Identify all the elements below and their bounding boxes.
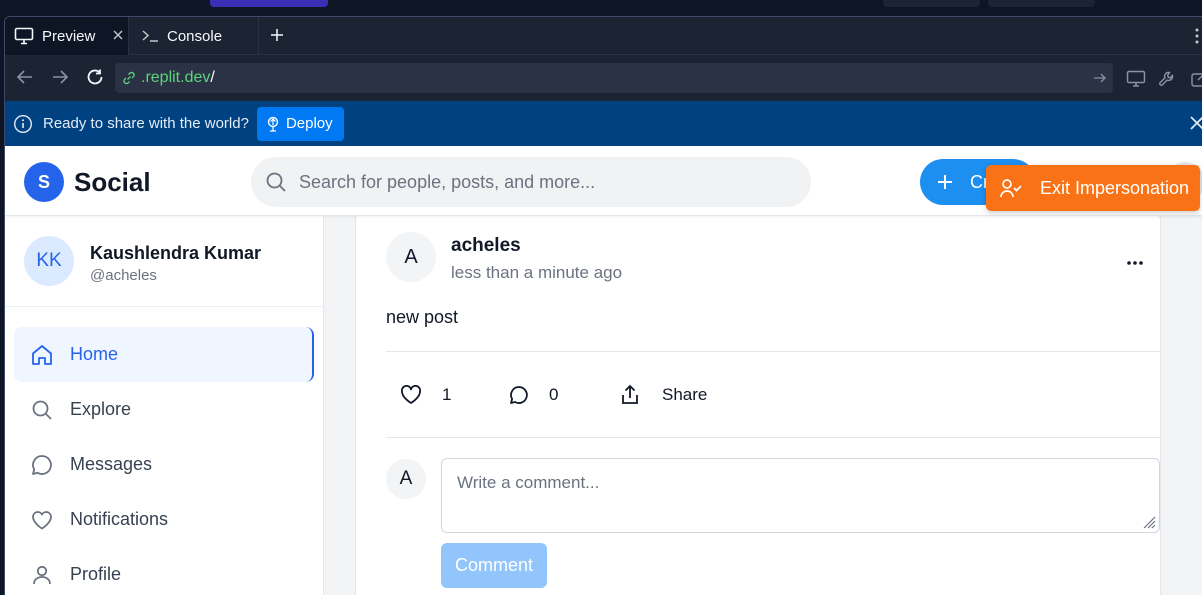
terminal-icon — [141, 28, 159, 44]
url-input[interactable]: .replit.dev / — [115, 63, 1113, 93]
search-bar[interactable] — [251, 157, 811, 207]
sidebar-item-label: Explore — [70, 399, 132, 419]
reload-icon[interactable] — [85, 67, 105, 92]
heart-icon — [400, 385, 422, 405]
close-icon[interactable] — [112, 28, 124, 45]
search-input[interactable] — [299, 171, 779, 193]
deploy-banner: Ready to share with the world? Deploy — [5, 101, 1202, 146]
divider — [386, 351, 1160, 352]
toolbar-button-edge[interactable] — [883, 0, 980, 7]
feed: A acheles less than a minute ago new pos… — [324, 212, 1202, 595]
avatar: KK — [24, 236, 74, 286]
sidebar: KK Kaushlendra Kumar @acheles Home Explo… — [5, 216, 324, 595]
share-label: Share — [662, 385, 708, 404]
forward-icon[interactable] — [51, 69, 69, 90]
exit-impersonation-label: Exit Impersonation — [1040, 177, 1190, 198]
tab-preview[interactable]: Preview — [5, 17, 129, 55]
comment-submit-button[interactable]: Comment — [441, 543, 547, 588]
comment-avatar: A — [386, 459, 426, 499]
search-icon — [265, 171, 287, 193]
toolbar-button-edge-2[interactable] — [988, 0, 1095, 7]
post-card: A acheles less than a minute ago new pos… — [355, 212, 1161, 595]
sidebar-nav: Home Explore Messages Notifications Prof… — [14, 327, 314, 595]
wrench-icon[interactable] — [1158, 70, 1176, 93]
plus-icon — [936, 173, 954, 191]
user-icon — [30, 563, 54, 587]
comment-count: 0 — [549, 385, 559, 404]
deploy-button[interactable]: Deploy — [256, 106, 344, 141]
divider — [386, 437, 1160, 438]
sidebar-item-notifications[interactable]: Notifications — [14, 492, 314, 547]
user-name: Kaushlendra Kumar — [90, 243, 262, 263]
sidebar-item-messages[interactable]: Messages — [14, 437, 314, 492]
deploy-label: Deploy — [285, 115, 333, 132]
url-bar: .replit.dev / — [5, 55, 1202, 101]
comment-toggle-button[interactable]: 0 — [509, 379, 558, 411]
external-link-icon[interactable] — [1191, 70, 1202, 93]
comment-input[interactable] — [441, 458, 1160, 533]
like-count: 1 — [442, 385, 452, 404]
like-button[interactable]: 1 — [400, 379, 451, 411]
url-path: / — [210, 69, 215, 86]
post-actions: 1 0 Share — [386, 379, 1160, 411]
more-vertical-icon[interactable] — [1194, 27, 1200, 50]
workspace-top-strip — [0, 0, 1202, 16]
sidebar-item-label: Home — [70, 344, 119, 364]
banner-message: Ready to share with the world? — [43, 115, 249, 132]
profile-card[interactable]: KK Kaushlendra Kumar @acheles — [5, 216, 323, 307]
share-button[interactable]: Share — [620, 379, 707, 411]
resize-handle-icon[interactable] — [1142, 515, 1156, 534]
sidebar-item-label: Notifications — [70, 509, 169, 529]
tab-label: Console — [167, 27, 223, 45]
info-icon — [13, 114, 33, 134]
user-handle: @acheles — [90, 267, 157, 284]
message-icon — [30, 453, 54, 477]
devices-icon[interactable] — [1126, 70, 1146, 93]
sidebar-item-home[interactable]: Home — [14, 327, 314, 382]
back-icon[interactable] — [16, 69, 34, 90]
post-author[interactable]: acheles — [451, 235, 521, 257]
run-button-edge[interactable] — [210, 0, 328, 7]
close-banner-icon[interactable] — [1188, 114, 1202, 137]
post-body: new post — [386, 307, 459, 327]
tab-label: Preview — [42, 27, 96, 45]
sidebar-item-label: Messages — [70, 454, 153, 474]
sidebar-item-explore[interactable]: Explore — [14, 382, 314, 437]
search-icon — [30, 398, 54, 422]
post-avatar[interactable]: A — [386, 232, 436, 282]
tab-console[interactable]: Console — [131, 17, 259, 55]
app-brand[interactable]: Social — [74, 167, 151, 198]
url-host: .replit.dev — [141, 69, 211, 86]
deploy-icon — [266, 116, 280, 132]
home-icon — [30, 343, 54, 367]
preview-pane: Preview Console .replit.dev / Ready to s… — [4, 16, 1202, 595]
post-timestamp: less than a minute ago — [451, 263, 623, 282]
social-app: S Social Create Exit Impersonation — [5, 146, 1202, 595]
user-check-icon — [1000, 178, 1022, 198]
more-horizontal-icon[interactable] — [1126, 253, 1144, 271]
pane-tab-bar: Preview Console — [5, 17, 1202, 55]
link-icon — [121, 70, 137, 86]
add-tab-icon[interactable] — [269, 27, 285, 48]
message-icon — [509, 385, 529, 405]
monitor-icon — [14, 27, 34, 45]
app-logo[interactable]: S — [24, 162, 64, 202]
heart-icon — [30, 508, 54, 532]
sidebar-item-label: Profile — [70, 564, 122, 584]
share-icon — [620, 384, 640, 406]
navigate-arrow-icon[interactable] — [1093, 71, 1107, 90]
sidebar-item-profile[interactable]: Profile — [14, 547, 314, 595]
exit-impersonation-button[interactable]: Exit Impersonation — [986, 165, 1200, 211]
